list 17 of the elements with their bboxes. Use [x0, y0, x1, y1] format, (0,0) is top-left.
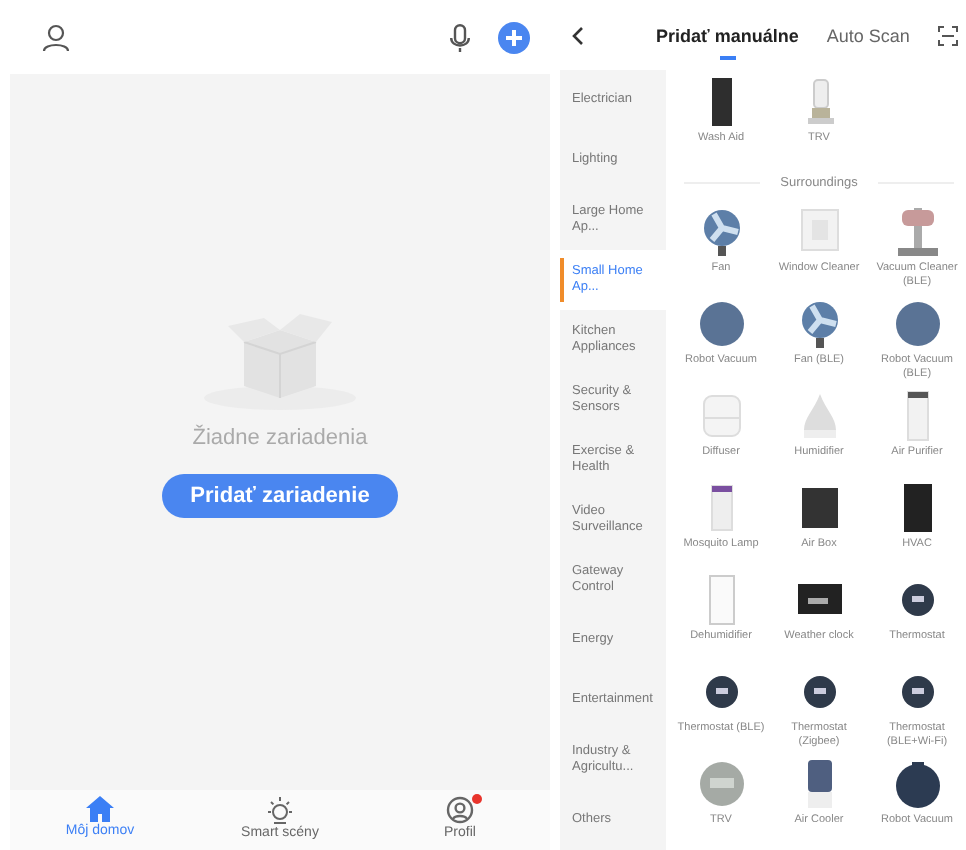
- device-image: [893, 758, 941, 810]
- profile-icon: [446, 796, 474, 824]
- add-device-button[interactable]: Pridať zariadenie: [162, 474, 398, 518]
- user-icon[interactable]: [42, 23, 70, 51]
- back-icon[interactable]: [572, 25, 584, 45]
- device-image: [893, 206, 941, 258]
- device-image: [697, 758, 745, 810]
- microphone-icon[interactable]: [450, 23, 470, 51]
- scan-icon[interactable]: [938, 25, 958, 45]
- device-image: [697, 390, 745, 442]
- sun-icon: [266, 796, 294, 824]
- tab[interactable]: Auto Scan: [826, 17, 910, 53]
- add-icon[interactable]: [498, 21, 530, 53]
- empty-state-text: Žiadne zariadenia: [192, 426, 368, 450]
- device-image: [697, 298, 745, 350]
- home-icon: [86, 796, 114, 822]
- device-image: [893, 298, 941, 350]
